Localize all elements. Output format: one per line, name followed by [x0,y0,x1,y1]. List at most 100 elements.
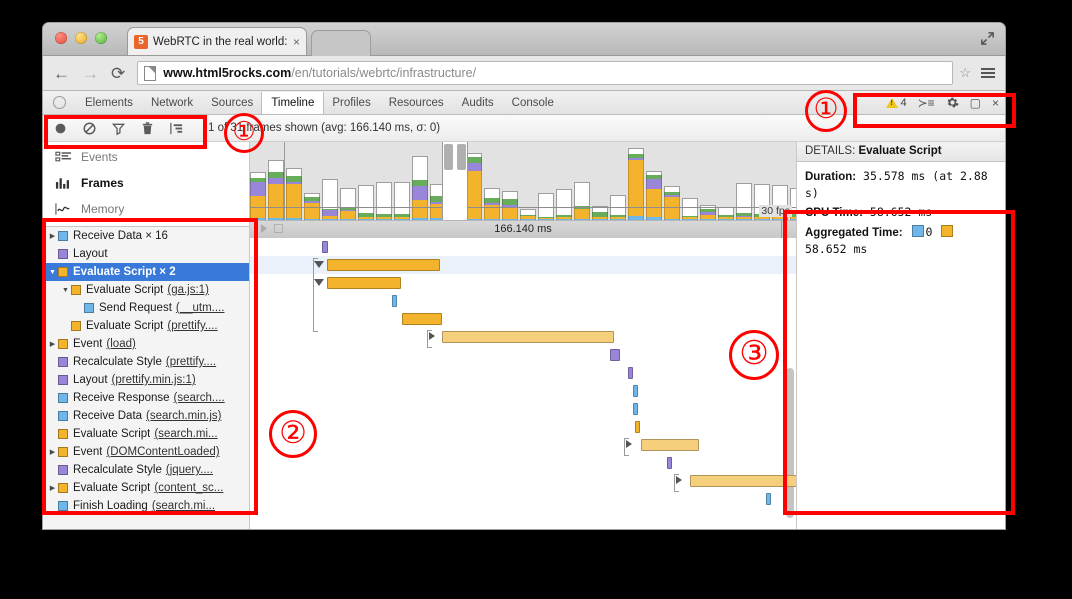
record-icon[interactable] [53,121,68,136]
chevron-down-icon[interactable]: ▼ [47,269,58,276]
tab-timeline[interactable]: Timeline [262,92,323,114]
flame-row[interactable] [250,382,796,400]
tree-row-source-link[interactable]: (__utm.... [176,302,225,314]
flame-row[interactable] [250,472,796,490]
chevron-right-icon[interactable]: ▶ [47,449,58,456]
flame-bar[interactable] [690,475,796,487]
flame-row[interactable] [250,274,796,292]
tree-row-source-link[interactable]: (search.mi... [152,500,215,512]
tree-row[interactable]: ▶Receive Data × 16 [43,227,249,245]
tab-console[interactable]: Console [503,92,563,114]
tab-network[interactable]: Network [142,92,202,114]
fullscreen-icon[interactable] [980,31,995,46]
tree-row[interactable]: Receive Data(search.min.js) [43,407,249,425]
flame-row[interactable] [250,364,796,382]
dock-position-icon[interactable]: ▢ [970,97,981,109]
new-tab-button[interactable] [311,30,371,56]
flame-row[interactable] [250,310,796,328]
clear-icon[interactable] [82,121,97,136]
tree-row[interactable]: Send Request(__utm.... [43,299,249,317]
chevron-down-icon[interactable]: ▼ [60,287,71,294]
flame-bar[interactable] [635,421,640,433]
inspect-element-icon[interactable] [53,96,66,109]
tab-resources[interactable]: Resources [380,92,453,114]
frames-view-icon[interactable] [169,121,184,136]
tree-row[interactable]: Evaluate Script(prettify.... [43,317,249,335]
chevron-right-icon[interactable]: ▶ [47,233,58,240]
timeline-record-tree[interactable]: ▶Receive Data × 16Layout▼Evaluate Script… [43,226,249,529]
flame-bar[interactable] [766,493,771,505]
address-bar[interactable]: www.html5rocks.com/en/tutorials/webrtc/i… [137,61,953,85]
tree-row[interactable]: Recalculate Style(jquery.... [43,461,249,479]
back-button[interactable]: ← [53,65,70,82]
flame-bar[interactable] [392,295,397,307]
close-window-button[interactable] [55,32,67,44]
tree-row[interactable]: ▶Event(DOMContentLoaded) [43,443,249,461]
tree-row-source-link[interactable]: (DOMContentLoaded) [106,446,219,458]
tree-row[interactable]: ▶Event(load) [43,335,249,353]
tab-audits[interactable]: Audits [453,92,503,114]
forward-button[interactable]: → [82,65,99,82]
sidebar-item-events[interactable]: Events [43,144,249,170]
tree-row[interactable]: Receive Response(search.... [43,389,249,407]
close-devtools-icon[interactable]: × [992,97,999,109]
tree-row-source-link[interactable]: (content_sc... [154,482,223,494]
console-drawer-icon[interactable]: ≻≡ [918,97,935,109]
flame-row[interactable] [250,400,796,418]
warning-count-badge[interactable]: 4 [886,97,906,109]
tree-row[interactable]: Recalculate Style(prettify.... [43,353,249,371]
chevron-down-icon[interactable] [314,261,324,268]
flame-row[interactable] [250,346,796,364]
close-tab-icon[interactable]: × [293,35,300,49]
zoom-window-button[interactable] [95,32,107,44]
tab-elements[interactable]: Elements [76,92,142,114]
gear-icon[interactable] [946,96,959,109]
flame-row[interactable] [250,292,796,310]
tree-row[interactable]: Finish Loading(search.mi... [43,497,249,515]
tree-row[interactable]: Layout [43,245,249,263]
tree-row-source-link[interactable]: (prettify.min.js:1) [112,374,196,386]
tree-row-source-link[interactable]: (search.... [174,392,225,404]
chevron-down-icon[interactable] [314,279,324,286]
chevron-right-icon[interactable] [626,440,632,448]
overview-selection-window[interactable] [442,142,468,220]
chevron-right-icon[interactable]: ▶ [47,485,58,492]
tree-row-source-link[interactable]: (search.mi... [154,428,217,440]
bookmark-star-icon[interactable]: ☆ [959,65,971,81]
flame-bar[interactable] [633,403,638,415]
chevron-right-icon[interactable]: ▶ [47,341,58,348]
tree-row[interactable]: Layout(prettify.min.js:1) [43,371,249,389]
tree-row-source-link[interactable]: (prettify.... [166,356,216,368]
flame-row[interactable] [250,256,796,274]
flame-bar[interactable] [402,313,442,325]
tree-row-source-link[interactable]: (ga.js:1) [167,284,209,296]
flame-bar[interactable] [327,277,401,289]
flame-chart[interactable] [250,238,796,529]
tree-row[interactable]: Evaluate Script(search.mi... [43,425,249,443]
tree-row[interactable]: ▶Evaluate Script(content_sc... [43,479,249,497]
reload-button[interactable]: ⟳ [111,65,125,82]
flame-row[interactable] [250,238,796,256]
flame-row[interactable] [250,490,796,508]
tree-row-source-link[interactable]: (prettify.... [167,320,217,332]
flame-bar[interactable] [667,457,672,469]
tree-row-source-link[interactable]: (jquery.... [166,464,213,476]
overview-handle-left[interactable] [444,144,453,170]
trash-icon[interactable] [140,121,155,136]
flame-row[interactable] [250,454,796,472]
tab-profiles[interactable]: Profiles [323,92,379,114]
chevron-right-icon[interactable] [676,476,682,484]
flame-bar[interactable] [442,331,614,343]
tree-row[interactable]: ▼Evaluate Script(ga.js:1) [43,281,249,299]
flame-bar[interactable] [610,349,620,361]
browser-menu-icon[interactable] [981,68,995,78]
tree-row-source-link[interactable]: (search.min.js) [146,410,221,422]
flame-row[interactable] [250,436,796,454]
flame-bar[interactable] [641,439,699,451]
flame-row[interactable] [250,418,796,436]
browser-tab[interactable]: 5 WebRTC in the real world: × [127,27,307,55]
sidebar-item-frames[interactable]: Frames [43,170,249,196]
tab-sources[interactable]: Sources [202,92,262,114]
flame-bar[interactable] [633,385,638,397]
frames-overview-chart[interactable]: 30 fps [250,142,796,221]
